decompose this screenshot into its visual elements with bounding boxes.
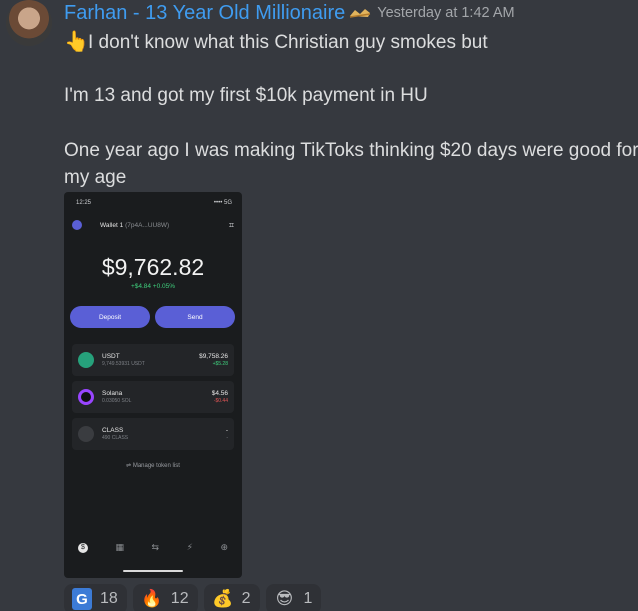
token-amount: 490 CLASS	[102, 434, 129, 441]
reactions-bar: G 18 🔥 12 💰 2 😎 1	[64, 584, 322, 611]
token-row-usdt: USDT 9,749.53931 USDT $9,758.26 +$5.28	[72, 344, 234, 376]
token-name: USDT	[102, 353, 120, 361]
usdt-icon	[78, 352, 94, 368]
globe-icon: ⊕	[220, 542, 228, 552]
reaction-sunglasses[interactable]: 😎 1	[265, 584, 322, 611]
phone-time: 12:25	[76, 200, 92, 206]
message-header: Farhan - 13 Year Old Millionaire Yesterd…	[64, 1, 515, 25]
message-line-1: 👆I don't know what this Christian guy sm…	[64, 29, 488, 54]
token-name: Solana	[102, 390, 123, 398]
wallet-name: Wallet 1	[100, 221, 124, 229]
token-amount: 9,749.53931 USDT	[102, 360, 145, 367]
wallet-header: Wallet 1 (7p4A...UU8W) ⌗	[72, 218, 234, 232]
message-line-2: I'm 13 and got my first $10k payment in …	[64, 85, 428, 106]
reaction-count: 1	[303, 590, 313, 607]
grid-icon: ▦	[115, 542, 125, 552]
solana-icon	[78, 389, 94, 405]
reaction-fire[interactable]: 🔥 12	[132, 584, 198, 611]
fire-icon: 🔥	[141, 589, 163, 608]
avatar[interactable]	[6, 0, 52, 46]
token-value: -	[225, 427, 228, 435]
reaction-count: 2	[241, 590, 251, 607]
sunglasses-face-icon: 😎	[275, 589, 294, 608]
phone-status-bar: 12:25 •••• 5G	[76, 200, 232, 206]
token-change: -	[226, 434, 228, 441]
phone-signal: •••• 5G	[213, 200, 232, 206]
balance-change: +$4.84 +0.05%	[130, 283, 176, 290]
reaction-money-bag[interactable]: 💰 2	[203, 584, 260, 611]
username[interactable]: Farhan - 13 Year Old Millionaire	[64, 2, 345, 25]
message-text: I don't know what this Christian guy smo…	[88, 32, 488, 53]
scan-icon: ⌗	[228, 219, 234, 230]
dollar-icon: $	[78, 542, 88, 553]
phone-bottom-nav: $ ▦ ⇆ ⚡ ⊕	[78, 542, 228, 553]
token-row-class: CLASS 490 CLASS --	[72, 418, 234, 450]
swap-icon: ⇆	[151, 542, 160, 552]
bolt-icon: ⚡	[186, 542, 193, 552]
wallet-address: (7p4A...UU8W)	[125, 221, 170, 229]
class-token-icon	[78, 426, 94, 442]
token-value: $4.56	[211, 390, 228, 398]
pointing-up-icon: 👆	[64, 31, 89, 53]
token-name: CLASS	[102, 427, 124, 435]
attached-screenshot[interactable]: 12:25 •••• 5G Wallet 1 (7p4A...UU8W) ⌗ $…	[64, 192, 242, 578]
home-indicator	[123, 570, 183, 572]
token-amount: 0.03050 SOL	[102, 397, 132, 404]
g-badge-icon: G	[72, 588, 92, 610]
token-change: +$5.28	[212, 360, 228, 367]
crown-icon	[349, 6, 371, 20]
token-change: -$0.44	[213, 397, 228, 404]
reaction-g[interactable]: G 18	[64, 584, 127, 611]
wallet-avatar-icon	[72, 220, 82, 230]
token-row-solana: Solana 0.03050 SOL $4.56 -$0.44	[72, 381, 234, 413]
message-line-3: One year ago I was making TikToks thinki…	[64, 140, 638, 161]
message-line-4: my age	[64, 167, 127, 188]
reaction-count: 18	[100, 590, 118, 607]
wallet-balance: $9,762.82	[101, 254, 205, 280]
token-value: $9,758.26	[199, 353, 228, 361]
timestamp: Yesterday at 1:42 AM	[377, 5, 515, 21]
manage-token-list: ⇌ Manage token list	[126, 463, 180, 469]
deposit-button: Deposit	[70, 306, 150, 328]
send-button: Send	[155, 306, 235, 328]
money-bag-icon: 💰	[212, 589, 234, 608]
reaction-count: 12	[170, 590, 189, 607]
